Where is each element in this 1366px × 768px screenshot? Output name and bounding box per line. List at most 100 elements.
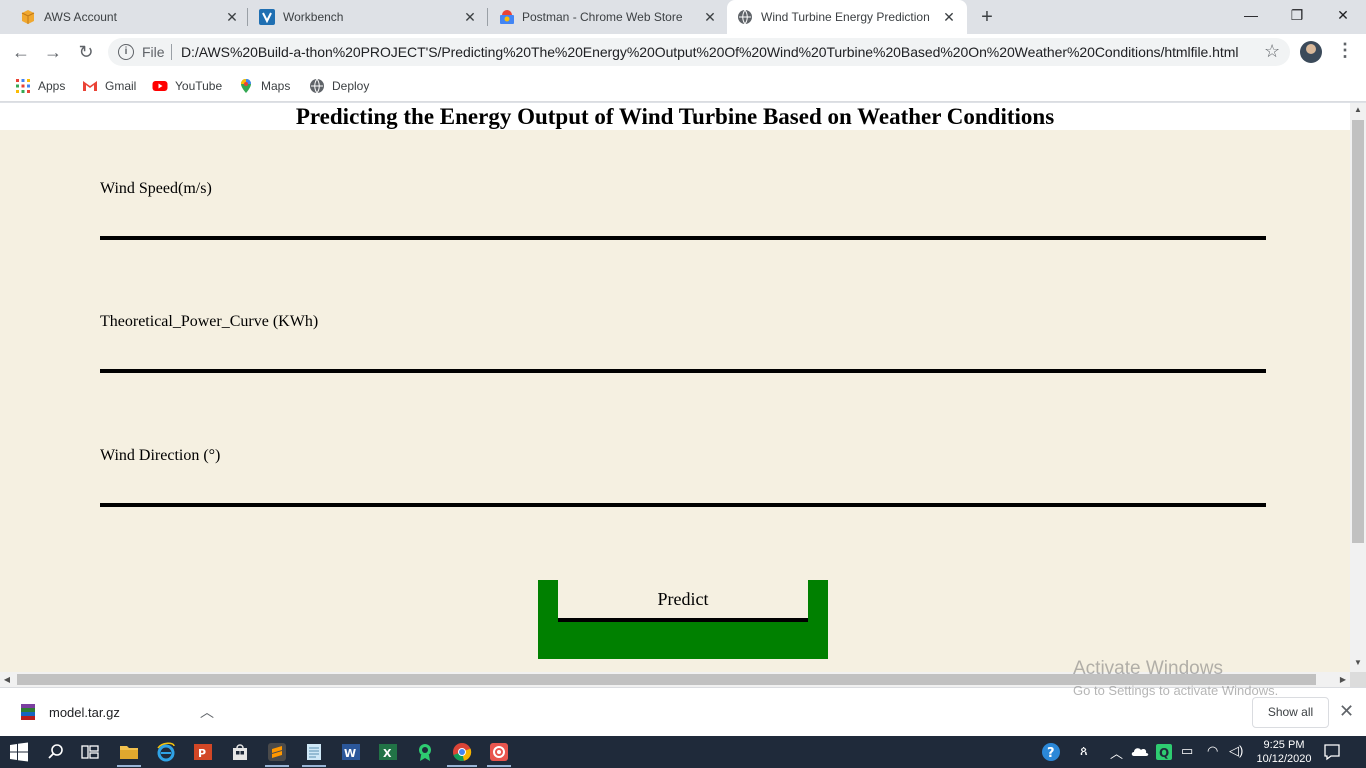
tab-close-icon[interactable]: ✕ <box>224 9 240 25</box>
running-indicator <box>302 765 326 767</box>
scroll-down-icon[interactable]: ▼ <box>1350 656 1366 670</box>
tab-workbench[interactable]: Workbench ✕ <box>248 0 488 34</box>
tab-title: Workbench <box>283 10 344 24</box>
wind-speed-input[interactable] <box>100 200 1266 240</box>
bookmark-maps[interactable]: Maps <box>238 77 290 95</box>
bookmark-label: Maps <box>261 79 291 93</box>
svg-text:X: X <box>383 747 392 760</box>
forward-arrow-icon[interactable]: → <box>41 40 65 64</box>
page-viewport: Predicting the Energy Output of Wind Tur… <box>0 103 1350 672</box>
tab-postman[interactable]: Postman - Chrome Web Store ✕ <box>488 0 726 34</box>
volume-icon[interactable]: ◁) <box>1229 743 1243 759</box>
bookmark-star-icon[interactable]: ☆ <box>1264 41 1280 62</box>
address-bar[interactable]: i File D:/AWS%20Build-a-thon%20PROJECT'S… <box>108 38 1290 66</box>
page-title: Predicting the Energy Output of Wind Tur… <box>0 103 1350 130</box>
notification-icon[interactable] <box>1323 743 1341 761</box>
battery-icon[interactable]: ▭ <box>1181 743 1193 759</box>
back-arrow-icon[interactable]: ← <box>9 40 33 64</box>
running-indicator <box>117 765 141 767</box>
wind-direction-label: Wind Direction (°) <box>100 447 221 464</box>
windows-start-icon[interactable] <box>9 742 29 762</box>
app-tray-q-icon[interactable]: Q <box>1156 744 1172 760</box>
people-icon[interactable]: ጰ <box>1080 743 1088 759</box>
tab-strip: AWS Account ✕ Workbench ✕ Postman - Chro… <box>0 0 1366 34</box>
browser-toolbar: ← → ↻ i File D:/AWS%20Build-a-thon%20PRO… <box>0 34 1366 70</box>
scroll-left-icon[interactable]: ◀ <box>0 672 14 687</box>
theoretical-power-input[interactable] <box>100 333 1266 373</box>
svg-text:?: ? <box>1047 746 1055 761</box>
vertical-scroll-thumb[interactable] <box>1352 120 1364 543</box>
youtube-icon <box>152 81 168 91</box>
url-text[interactable]: D:/AWS%20Build-a-thon%20PROJECT'S/Predic… <box>181 44 1238 60</box>
powerpoint-icon[interactable]: P <box>193 742 213 762</box>
close-window-button[interactable]: ✕ <box>1320 0 1366 30</box>
tab-wind-turbine[interactable]: Wind Turbine Energy Prediction ✕ <box>727 0 967 34</box>
chrome-icon[interactable] <box>452 742 472 762</box>
tab-aws-account[interactable]: AWS Account ✕ <box>0 0 248 34</box>
scroll-right-icon[interactable]: ▶ <box>1336 672 1350 687</box>
tab-title: AWS Account <box>44 10 117 24</box>
activation-watermark-title: Activate Windows <box>1073 658 1223 679</box>
search-icon[interactable] <box>46 742 66 762</box>
bookmark-gmail[interactable]: Gmail <box>82 77 136 95</box>
menu-kebab-icon[interactable]: ⋮ <box>1336 40 1354 61</box>
active-app-indicator <box>447 765 477 767</box>
predict-button[interactable]: Predict <box>538 580 828 659</box>
predict-button-label: Predict <box>558 580 808 622</box>
help-icon[interactable]: ? <box>1041 742 1061 762</box>
onedrive-icon[interactable] <box>1131 744 1149 760</box>
new-tab-button[interactable]: + <box>976 6 998 28</box>
system-clock[interactable]: 9:25 PM 10/12/2020 <box>1254 738 1314 766</box>
chevron-up-icon[interactable]: ︿ <box>1110 743 1123 762</box>
excel-icon[interactable]: X <box>378 742 398 762</box>
svg-text:W: W <box>344 747 356 760</box>
task-view-icon[interactable] <box>80 742 100 762</box>
tab-close-icon[interactable]: ✕ <box>462 9 478 25</box>
scroll-up-icon[interactable]: ▲ <box>1350 103 1366 117</box>
tab-title: Wind Turbine Energy Prediction <box>761 10 930 24</box>
reload-icon[interactable]: ↻ <box>74 40 98 64</box>
clock-time: 9:25 PM <box>1263 739 1305 751</box>
wifi-icon[interactable]: ◠ <box>1207 743 1218 759</box>
wind-speed-label: Wind Speed(m/s) <box>100 180 212 197</box>
bookmarks-bar: Apps Gmail YouTube Maps Deploy <box>0 70 1366 102</box>
notepad-icon[interactable] <box>304 742 324 762</box>
screen-recorder-icon[interactable] <box>489 742 509 762</box>
gmail-icon <box>83 81 97 91</box>
webstore-icon <box>500 10 514 24</box>
chevron-up-icon[interactable]: ︿ <box>200 702 214 722</box>
globe-icon <box>738 9 752 25</box>
minimize-button[interactable]: — <box>1228 0 1274 30</box>
scheme-label: File <box>142 44 165 60</box>
internet-explorer-icon[interactable] <box>156 742 176 762</box>
tab-close-icon[interactable]: ✕ <box>941 9 957 25</box>
tab-close-icon[interactable]: ✕ <box>702 9 718 25</box>
maps-pin-icon <box>241 79 251 93</box>
restore-button[interactable]: ❐ <box>1274 0 1320 30</box>
archive-file-icon <box>21 704 35 720</box>
info-icon[interactable]: i <box>118 44 134 60</box>
clock-date: 10/12/2020 <box>1256 753 1312 765</box>
omnibox-divider <box>171 44 172 60</box>
svg-text:Q: Q <box>1159 746 1169 760</box>
wind-direction-input[interactable] <box>100 467 1266 507</box>
bookmark-apps[interactable]: Apps <box>15 77 65 95</box>
aws-cube-icon <box>21 10 35 24</box>
show-all-button[interactable]: Show all <box>1252 697 1329 728</box>
sublime-text-icon[interactable] <box>267 742 287 762</box>
file-explorer-icon[interactable] <box>119 742 139 762</box>
word-icon[interactable]: W <box>341 742 361 762</box>
bookmark-label: Gmail <box>105 79 137 93</box>
theoretical-power-label: Theoretical_Power_Curve (KWh) <box>100 313 319 330</box>
download-filename[interactable]: model.tar.gz <box>49 705 120 720</box>
profile-avatar[interactable] <box>1300 41 1322 63</box>
award-app-icon[interactable] <box>415 742 435 762</box>
bookmark-label: Deploy <box>332 79 370 93</box>
running-indicator <box>487 765 511 767</box>
store-icon[interactable] <box>230 742 250 762</box>
bookmark-deploy[interactable]: Deploy <box>309 77 369 95</box>
v-logo-icon <box>259 9 275 25</box>
bookmark-youtube[interactable]: YouTube <box>152 77 222 95</box>
vertical-scrollbar[interactable]: ▲ ▼ <box>1350 103 1366 672</box>
close-icon[interactable]: ✕ <box>1339 701 1354 722</box>
